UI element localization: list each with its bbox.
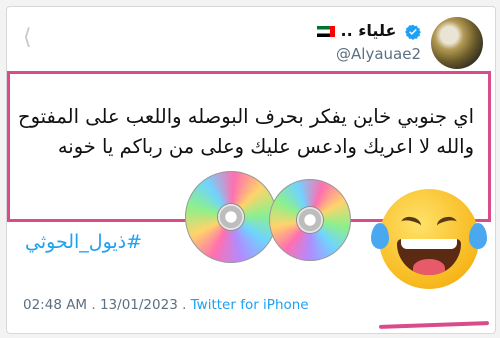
display-name-row: علياء ..	[313, 21, 421, 40]
tweet-source-link[interactable]: Twitter for iPhone	[191, 297, 309, 313]
disc-icon	[269, 179, 351, 261]
handle[interactable]: @Alyauae2	[336, 45, 421, 63]
tweet-meta: 02:48 AM . 13/01/2023 . Twitter for iPho…	[23, 297, 309, 313]
share-icon[interactable]: ⟨	[23, 27, 32, 49]
verified-badge-icon	[405, 24, 421, 40]
highlight-underline	[378, 321, 490, 329]
laughing-tears-emoji-icon	[371, 189, 487, 289]
avatar[interactable]	[431, 17, 483, 69]
uae-flag-icon	[316, 26, 335, 37]
display-name[interactable]: علياء ..	[341, 21, 397, 40]
tweet-date: 13/01/2023	[99, 297, 178, 313]
tweet-time: 02:48 AM	[23, 297, 88, 313]
hashtag-link[interactable]: #ذيول_الحوثي	[25, 231, 142, 253]
tweet-card: علياء .. @Alyauae2 ⟨ اي جنوبي خاين يفكر …	[6, 6, 496, 334]
tweet-text: اي جنوبي خاين يفكر بحرف البوصله واللعب ع…	[18, 105, 474, 158]
